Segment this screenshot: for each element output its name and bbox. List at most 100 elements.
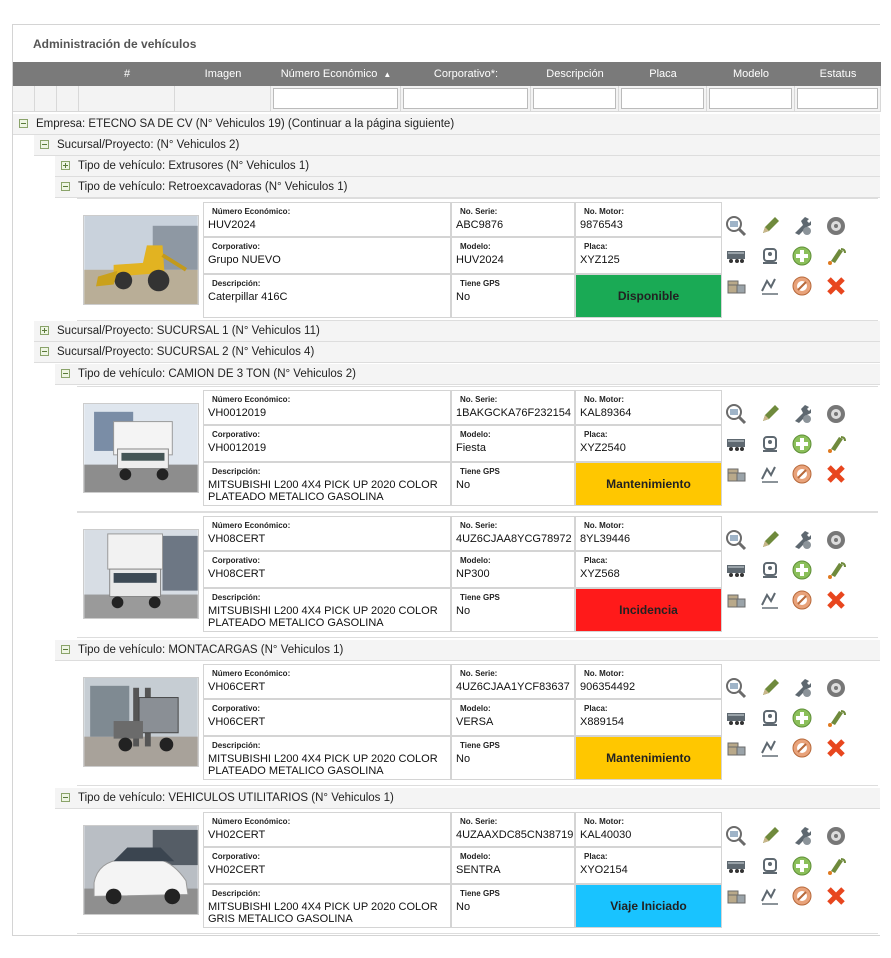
col-number[interactable]: # <box>79 62 175 86</box>
warehouse-icon[interactable] <box>725 885 747 907</box>
inspect-icon[interactable] <box>725 825 747 847</box>
sign-icon[interactable] <box>759 275 781 297</box>
status-filter[interactable] <box>797 88 878 109</box>
sign-icon[interactable] <box>759 589 781 611</box>
warehouse-icon[interactable] <box>725 275 747 297</box>
col-economic-number[interactable]: Número Económico ▲ <box>271 62 401 86</box>
tire-icon[interactable] <box>825 529 847 551</box>
fuel-icon[interactable] <box>825 855 847 877</box>
col-status[interactable]: Estatus <box>795 62 881 86</box>
plate-filter[interactable] <box>621 88 704 109</box>
vehicle-photo[interactable] <box>83 529 199 619</box>
collapse-icon[interactable] <box>40 140 49 149</box>
add-icon[interactable] <box>791 855 813 877</box>
delete-icon[interactable] <box>825 589 847 611</box>
driver-icon[interactable] <box>759 855 781 877</box>
add-icon[interactable] <box>791 245 813 267</box>
vehicle-photo[interactable] <box>83 215 199 305</box>
driver-icon[interactable] <box>759 245 781 267</box>
inspect-icon[interactable] <box>725 403 747 425</box>
fuel-icon[interactable] <box>825 433 847 455</box>
fleet-icon[interactable] <box>725 245 747 267</box>
disable-icon[interactable] <box>791 737 813 759</box>
vehicle-photo[interactable] <box>83 403 199 493</box>
collapse-icon[interactable] <box>40 347 49 356</box>
fleet-icon[interactable] <box>725 559 747 581</box>
delete-icon[interactable] <box>825 463 847 485</box>
economic-number-label: Número Económico: <box>212 817 291 826</box>
fuel-icon[interactable] <box>825 707 847 729</box>
edit-icon[interactable] <box>759 529 781 551</box>
add-icon[interactable] <box>791 707 813 729</box>
col-corporate[interactable]: Corporativo*: <box>401 62 531 86</box>
tire-icon[interactable] <box>825 403 847 425</box>
edit-icon[interactable] <box>759 825 781 847</box>
group-branch[interactable]: Sucursal/Proyecto: SUCURSAL 2 (N° Vehicu… <box>34 342 880 363</box>
collapse-icon[interactable] <box>61 645 70 654</box>
sign-icon[interactable] <box>759 463 781 485</box>
tire-icon[interactable] <box>825 215 847 237</box>
disable-icon[interactable] <box>791 275 813 297</box>
add-icon[interactable] <box>791 433 813 455</box>
collapse-icon[interactable] <box>61 182 70 191</box>
wrench-icon[interactable] <box>791 215 813 237</box>
tire-icon[interactable] <box>825 825 847 847</box>
sign-icon[interactable] <box>759 885 781 907</box>
col-plate[interactable]: Placa <box>619 62 707 86</box>
fuel-icon[interactable] <box>825 559 847 581</box>
disable-icon[interactable] <box>791 589 813 611</box>
edit-icon[interactable] <box>759 403 781 425</box>
warehouse-icon[interactable] <box>725 463 747 485</box>
group-branch[interactable]: Sucursal/Proyecto: (N° Vehiculos 2) <box>34 135 880 156</box>
inspect-icon[interactable] <box>725 215 747 237</box>
vehicle-photo[interactable] <box>83 677 199 767</box>
edit-icon[interactable] <box>759 215 781 237</box>
disable-icon[interactable] <box>791 885 813 907</box>
col-model[interactable]: Modelo <box>707 62 795 86</box>
group-type[interactable]: Tipo de vehículo: Extrusores (N° Vehicul… <box>55 156 880 177</box>
col-image[interactable]: Imagen <box>175 62 271 86</box>
tire-icon[interactable] <box>825 677 847 699</box>
fleet-icon[interactable] <box>725 707 747 729</box>
sort-asc-icon[interactable]: ▲ <box>383 70 391 79</box>
col-description[interactable]: Descripción <box>531 62 619 86</box>
sign-icon[interactable] <box>759 737 781 759</box>
wrench-icon[interactable] <box>791 529 813 551</box>
fleet-icon[interactable] <box>725 855 747 877</box>
group-type[interactable]: Tipo de vehículo: VEHICULOS UTILITARIOS … <box>55 788 880 809</box>
warehouse-icon[interactable] <box>725 737 747 759</box>
disable-icon[interactable] <box>791 463 813 485</box>
economic-number-filter[interactable] <box>273 88 398 109</box>
vehicle-photo[interactable] <box>83 825 199 915</box>
collapse-icon[interactable] <box>61 369 70 378</box>
model-filter[interactable] <box>709 88 792 109</box>
warehouse-icon[interactable] <box>725 589 747 611</box>
expand-icon[interactable] <box>61 161 70 170</box>
group-branch[interactable]: Sucursal/Proyecto: SUCURSAL 1 (N° Vehicu… <box>34 321 880 342</box>
delete-icon[interactable] <box>825 275 847 297</box>
fuel-icon[interactable] <box>825 245 847 267</box>
add-icon[interactable] <box>791 559 813 581</box>
delete-icon[interactable] <box>825 737 847 759</box>
corporate-filter[interactable] <box>403 88 528 109</box>
wrench-icon[interactable] <box>791 677 813 699</box>
group-type[interactable]: Tipo de vehículo: CAMION DE 3 TON (N° Ve… <box>55 364 880 385</box>
delete-icon[interactable] <box>825 885 847 907</box>
wrench-icon[interactable] <box>791 403 813 425</box>
driver-icon[interactable] <box>759 433 781 455</box>
fleet-icon[interactable] <box>725 433 747 455</box>
group-company[interactable]: Empresa: ETECNO SA DE CV (N° Vehiculos 1… <box>13 114 880 135</box>
collapse-icon[interactable] <box>61 793 70 802</box>
economic-number-value: VH08CERT <box>208 533 266 545</box>
edit-icon[interactable] <box>759 677 781 699</box>
group-type[interactable]: Tipo de vehículo: MONTACARGAS (N° Vehicu… <box>55 640 880 661</box>
wrench-icon[interactable] <box>791 825 813 847</box>
group-type[interactable]: Tipo de vehículo: Retroexcavadoras (N° V… <box>55 177 880 198</box>
inspect-icon[interactable] <box>725 677 747 699</box>
collapse-icon[interactable] <box>19 119 28 128</box>
description-filter[interactable] <box>533 88 616 109</box>
expand-icon[interactable] <box>40 326 49 335</box>
driver-icon[interactable] <box>759 707 781 729</box>
driver-icon[interactable] <box>759 559 781 581</box>
inspect-icon[interactable] <box>725 529 747 551</box>
